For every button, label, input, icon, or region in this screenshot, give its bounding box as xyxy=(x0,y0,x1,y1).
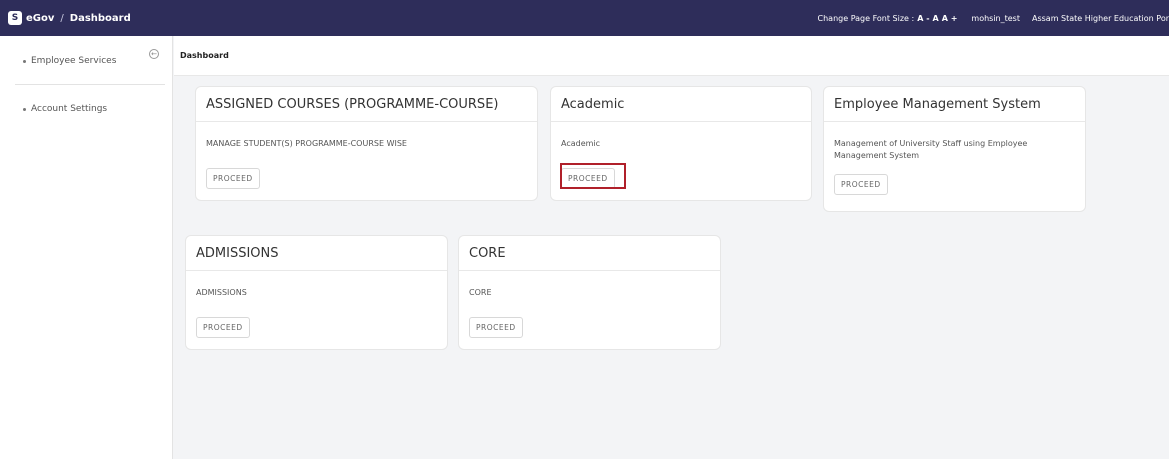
card-description: ADMISSIONS xyxy=(196,288,247,297)
bullet-icon xyxy=(23,59,26,63)
user-name[interactable]: mohsin_test xyxy=(971,14,1020,23)
font-decrease-button[interactable]: A - xyxy=(917,14,929,23)
card-title: ASSIGNED COURSES (PROGRAMME-COURSE) xyxy=(196,87,537,122)
card-title: ADMISSIONS xyxy=(186,236,447,271)
card-admissions: ADMISSIONS ADMISSIONS PROCEED xyxy=(185,235,448,350)
sidebar-item-account-settings[interactable]: Account Settings xyxy=(23,104,107,114)
top-navbar: S eGov / Dashboard Change Page Font Size… xyxy=(0,0,1169,36)
proceed-button[interactable]: PROCEED xyxy=(834,174,888,195)
card-description: Management of University Staff using Emp… xyxy=(834,139,1028,160)
collapse-arrow-icon[interactable]: ← xyxy=(149,49,159,59)
font-size-label: Change Page Font Size : xyxy=(817,13,915,23)
sidebar-item-employee-services[interactable]: Employee Services xyxy=(23,56,116,66)
top-right-controls: Change Page Font Size : A - A A + mohsin… xyxy=(814,0,1169,36)
page-header: Dashboard xyxy=(174,36,1169,76)
logo-icon: S xyxy=(8,11,22,25)
card-description: CORE xyxy=(469,288,492,297)
font-normal-button[interactable]: A xyxy=(933,14,939,23)
sidebar-item-label: Account Settings xyxy=(31,104,108,114)
sidebar-divider xyxy=(15,84,165,85)
card-title: CORE xyxy=(459,236,720,271)
breadcrumb-current: Dashboard xyxy=(69,12,131,24)
page-title: Dashboard xyxy=(180,51,229,60)
font-increase-button[interactable]: A + xyxy=(942,14,958,23)
card-core: CORE CORE PROCEED xyxy=(458,235,721,350)
proceed-button[interactable]: PROCEED xyxy=(469,317,523,338)
highlight-box xyxy=(560,163,626,189)
sidebar-item-label: Employee Services xyxy=(31,56,117,66)
card-description: MANAGE STUDENT(S) PROGRAMME-COURSE WISE xyxy=(206,139,407,148)
card-title: Employee Management System xyxy=(824,87,1085,122)
proceed-button[interactable]: PROCEED xyxy=(206,168,260,189)
breadcrumb: S eGov / Dashboard xyxy=(8,11,131,25)
card-assigned-courses: ASSIGNED COURSES (PROGRAMME-COURSE) MANA… xyxy=(195,86,538,201)
card-description: Academic xyxy=(561,139,601,148)
organization-name: Assam State Higher Education Por xyxy=(1032,13,1169,23)
proceed-button[interactable]: PROCEED xyxy=(196,317,250,338)
card-employee-management: Employee Management System Management of… xyxy=(823,86,1086,212)
brand-name[interactable]: eGov xyxy=(26,13,54,24)
sidebar: Employee Services ← Account Settings xyxy=(0,36,173,459)
card-title: Academic xyxy=(551,87,811,122)
bullet-icon xyxy=(23,107,26,111)
breadcrumb-separator: / xyxy=(60,12,64,24)
